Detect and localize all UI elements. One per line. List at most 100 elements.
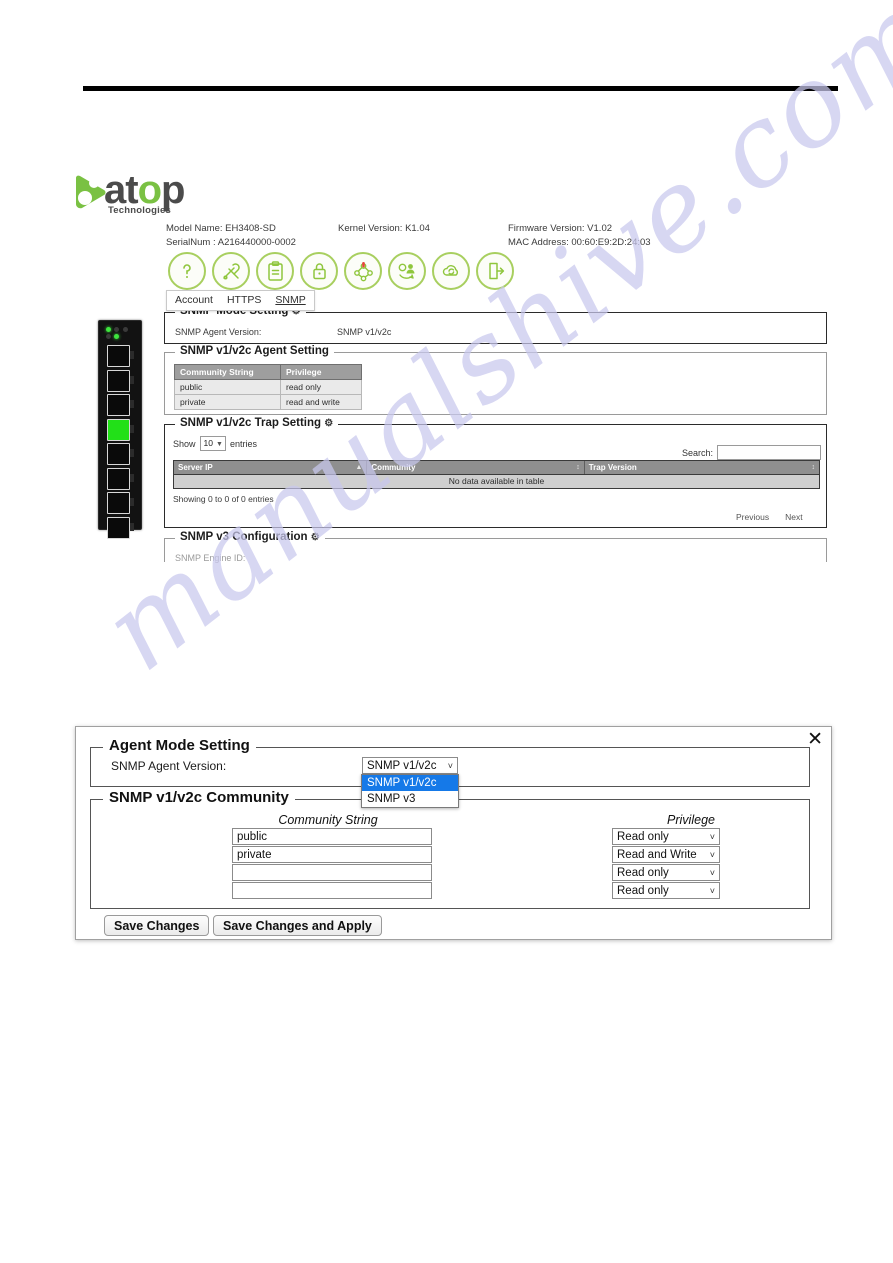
chevron-down-icon: ˅ [709, 850, 715, 860]
community-title: SNMP v1/v2c Community [103, 789, 295, 806]
device-port-stack [107, 345, 135, 541]
tools-icon[interactable] [212, 252, 250, 290]
chevron-down-icon: ˅ [447, 761, 453, 771]
entries-per-page-control: Show 10 ▼ entries [173, 436, 257, 451]
snmp-trap-setting-panel: SNMP v1/v2c Trap Setting ⚙ Show 10 ▼ ent… [164, 417, 827, 528]
table-row: private read and write [174, 394, 362, 410]
entries-select[interactable]: 10 ▼ [199, 436, 226, 451]
sort-asc-icon: ▲ [355, 464, 363, 471]
firmware-version: Firmware Version: V1.02 [508, 223, 613, 234]
privilege-select-2[interactable]: Read and Write ˅ [612, 846, 720, 863]
trap-search-control: Search: [682, 445, 822, 460]
show-prefix-label: Show [173, 438, 196, 449]
dropdown-option-snmp-v3[interactable]: SNMP v3 [362, 791, 458, 807]
next-button[interactable]: Next [785, 512, 802, 522]
led-1 [106, 327, 111, 332]
community-string-input-2[interactable]: private [232, 846, 432, 863]
col-community[interactable]: Community ↕ [367, 461, 585, 474]
network-alert-icon[interactable] [344, 252, 382, 290]
device-port-8 [107, 516, 134, 539]
agent-mode-title: Agent Mode Setting [103, 737, 256, 754]
chevron-down-icon: ˅ [709, 868, 715, 878]
entries-select-value: 10 [203, 438, 213, 448]
user-settings-icon[interactable] [388, 252, 426, 290]
privilege-select-4[interactable]: Read only ˅ [612, 882, 720, 899]
clipboard-icon[interactable] [256, 252, 294, 290]
snmp-trap-setting-title: SNMP v1/v2c Trap Setting ⚙ [175, 417, 339, 429]
cell-privilege: read and write [280, 394, 362, 410]
gear-icon[interactable]: ⚙ [311, 532, 320, 543]
device-led-cluster [106, 327, 134, 341]
atop-logo-mark [76, 175, 106, 209]
brand-wordmark: atop [104, 168, 185, 212]
cloud-sync-icon[interactable] [432, 252, 470, 290]
snmp-v3-configuration-title: SNMP v3 Configuration ⚙ [175, 531, 325, 543]
dropdown-option-snmp-v1v2c[interactable]: SNMP v1/v2c [362, 775, 458, 791]
device-info-col1: Model Name: EH3408-SD SerialNum : A21644… [166, 222, 296, 250]
settings-tab-strip: Account HTTPS SNMP [166, 290, 315, 311]
led-4 [106, 334, 111, 339]
col-community-string: Community String [174, 364, 281, 380]
chevron-down-icon: ˅ [709, 886, 715, 896]
gear-icon[interactable]: ⚙ [324, 418, 333, 429]
agent-version-select[interactable]: SNMP v1/v2c ˅ [362, 757, 458, 774]
device-port-6 [107, 467, 134, 490]
agent-mode-dialog: ✕ Agent Mode Setting SNMP Agent Version:… [75, 726, 832, 940]
device-photo [98, 320, 142, 539]
help-icon[interactable] [168, 252, 206, 290]
serial-number: SerialNum : A216440000-0002 [166, 237, 296, 248]
table-row: public read only [174, 379, 362, 395]
tab-https[interactable]: HTTPS [227, 294, 261, 306]
privilege-select-1[interactable]: Read only ˅ [612, 828, 720, 845]
logout-icon[interactable] [476, 252, 514, 290]
trap-table-empty-row: No data available in table [173, 475, 820, 489]
device-info-col2: Kernel Version: K1.04 [338, 222, 430, 236]
snmp-engine-id-label: SNMP Engine ID: [175, 553, 246, 563]
sort-both-icon: ↕ [811, 464, 816, 471]
snmp-mode-setting-panel: SNMP Mode Setting ⚙ SNMP Agent Version: … [164, 305, 827, 344]
community-string-column-header: Community String [278, 813, 378, 827]
led-2 [114, 327, 119, 332]
col-trap-version[interactable]: Trap Version ↕ [584, 461, 819, 474]
search-label: Search: [682, 447, 714, 458]
device-port-2 [107, 369, 134, 392]
save-changes-button[interactable]: Save Changes [104, 915, 210, 936]
previous-button[interactable]: Previous [736, 512, 769, 522]
cell-community: public [174, 379, 281, 395]
chevron-down-icon: ▼ [216, 441, 223, 448]
led-3 [123, 327, 128, 332]
privilege-select-3[interactable]: Read only ˅ [612, 864, 720, 881]
led-5 [114, 334, 119, 339]
agent-version-dropdown-list: SNMP v1/v2c SNMP v3 [361, 774, 459, 808]
sort-both-icon: ↕ [576, 464, 580, 471]
snmp-v3-configuration-panel: SNMP v3 Configuration ⚙ SNMP Engine ID: [164, 531, 827, 563]
search-input[interactable] [717, 445, 822, 460]
agent-version-value: SNMP v1/v2c [337, 327, 392, 337]
community-string-input-3[interactable] [232, 864, 432, 881]
device-port-3 [107, 394, 134, 416]
community-string-input-4[interactable] [232, 882, 432, 899]
device-port-1 [107, 345, 134, 367]
tab-snmp[interactable]: SNMP [275, 294, 305, 306]
trap-table-pager: Previous Next [736, 512, 803, 522]
community-privilege-table: Community String Privilege public read o… [174, 364, 362, 410]
dialog-agent-version-label: SNMP Agent Version: [111, 759, 227, 773]
save-changes-and-apply-button[interactable]: Save Changes and Apply [213, 915, 382, 936]
table-header-row: Community String Privilege [174, 364, 362, 380]
agent-version-label: SNMP Agent Version: [175, 327, 262, 337]
mac-address: MAC Address: 00:60:E9:2D:24:03 [508, 237, 651, 248]
tab-account[interactable]: Account [175, 294, 213, 306]
cell-privilege: read only [280, 379, 362, 395]
col-server-ip[interactable]: Server IP ▲ [174, 461, 368, 474]
community-string-input-1[interactable]: public [232, 828, 432, 845]
agent-version-select-value: SNMP v1/v2c [367, 760, 437, 772]
brand-tagline: Technologies [108, 205, 171, 216]
privilege-column-header: Privilege [667, 813, 715, 827]
device-port-7 [107, 492, 134, 514]
nav-icon-bar [168, 252, 514, 290]
chevron-down-icon: ˅ [709, 832, 715, 842]
trap-table-info: Showing 0 to 0 of 0 entries [173, 494, 274, 504]
device-info-col3: Firmware Version: V1.02 MAC Address: 00:… [508, 222, 651, 250]
lock-icon[interactable] [300, 252, 338, 290]
show-suffix-label: entries [229, 438, 257, 449]
